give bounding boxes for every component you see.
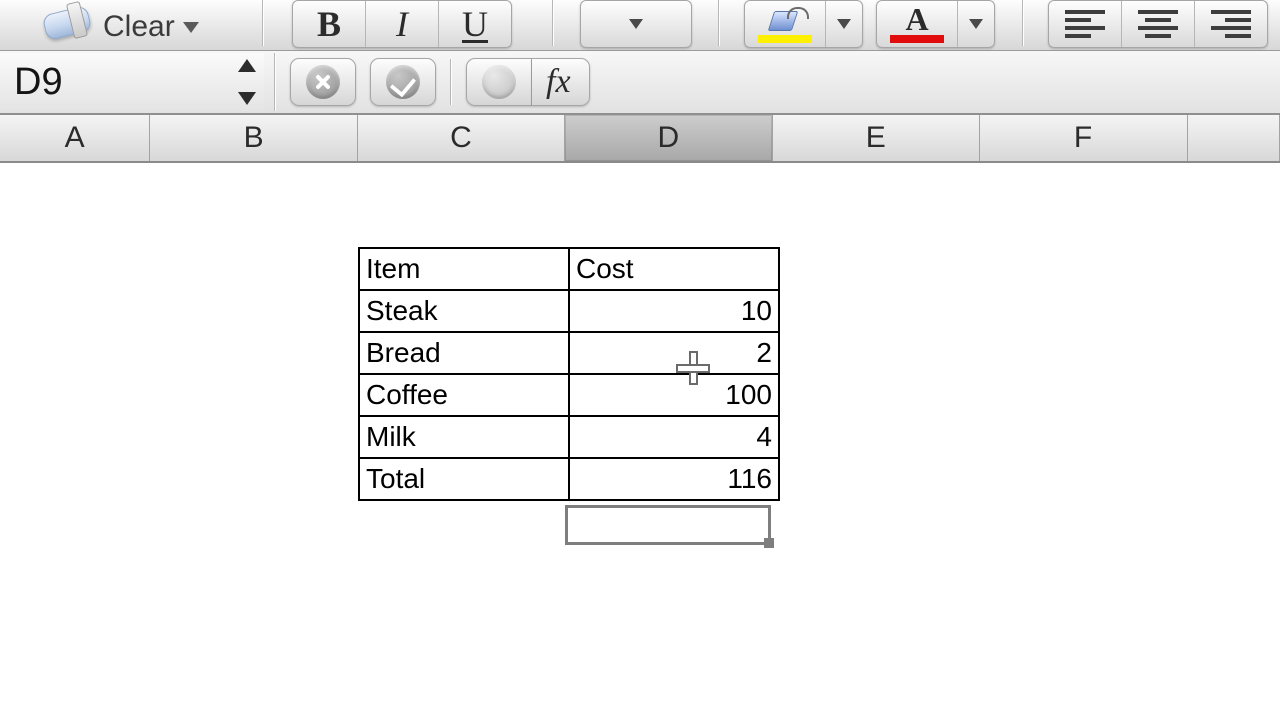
align-left-icon	[1065, 10, 1105, 38]
column-header-B[interactable]: B	[150, 115, 358, 161]
column-header-F[interactable]: F	[980, 115, 1188, 161]
insert-function-button[interactable]: fx	[532, 58, 590, 106]
cell-reference-box[interactable]: D9	[0, 53, 264, 111]
formatting-toolbar: Clear B I U A	[0, 0, 1280, 51]
column-header-C[interactable]: C	[358, 115, 565, 161]
highlight-color-button[interactable]	[744, 0, 863, 48]
font-color-icon: A	[905, 3, 928, 35]
font-color-swatch	[890, 35, 944, 43]
chevron-down-icon	[837, 19, 851, 29]
cell-cost[interactable]: 10	[569, 290, 779, 332]
clear-button[interactable]: Clear	[95, 10, 213, 50]
fx-label: fx	[546, 63, 571, 101]
paint-bucket-icon	[765, 9, 805, 35]
clear-label: Clear	[103, 10, 175, 44]
chevron-down-icon	[183, 22, 199, 33]
confirm-formula-button[interactable]	[370, 58, 436, 106]
text-style-group: B I U	[292, 0, 512, 48]
column-header-D[interactable]: D	[565, 115, 773, 161]
cell-cost[interactable]: 116	[569, 458, 779, 500]
table-row: Bread2	[359, 332, 779, 374]
chevron-down-icon	[238, 92, 256, 105]
column-header-E[interactable]: E	[773, 115, 980, 161]
fill-handle[interactable]	[764, 538, 774, 548]
underline-button[interactable]: U	[439, 1, 511, 47]
close-icon	[306, 65, 340, 99]
cell-cost[interactable]: 4	[569, 416, 779, 458]
column-header-blank[interactable]	[1188, 115, 1280, 161]
font-color-dropdown[interactable]	[958, 1, 994, 47]
highlight-swatch	[758, 35, 812, 43]
cell-reference-stepper[interactable]	[236, 59, 258, 105]
chevron-down-icon	[629, 19, 643, 29]
chevron-down-icon	[969, 19, 983, 29]
table-row: Steak10	[359, 290, 779, 332]
align-center-icon	[1138, 10, 1178, 38]
highlight-color-dropdown[interactable]	[826, 1, 862, 47]
table-row: Milk4	[359, 416, 779, 458]
selected-cell[interactable]	[565, 505, 771, 545]
align-right-icon	[1211, 10, 1251, 38]
alignment-group	[1048, 0, 1268, 48]
bold-button[interactable]: B	[293, 1, 366, 47]
cancel-formula-button[interactable]	[290, 58, 356, 106]
eraser-icon	[40, 4, 95, 48]
column-header-A[interactable]: A	[0, 115, 150, 161]
cell-item[interactable]: Steak	[359, 290, 569, 332]
cell-item[interactable]: Total	[359, 458, 569, 500]
table-row: Total116	[359, 458, 779, 500]
formula-bar: D9 fx	[0, 51, 1280, 115]
align-center-button[interactable]	[1122, 1, 1195, 47]
chevron-up-icon	[238, 59, 256, 72]
cell-item[interactable]: Coffee	[359, 374, 569, 416]
header-item[interactable]: Item	[359, 248, 569, 290]
cell-reference-value: D9	[14, 61, 63, 104]
border-dropdown[interactable]	[580, 0, 692, 48]
cell-cost[interactable]: 2	[569, 332, 779, 374]
header-cost[interactable]: Cost	[569, 248, 779, 290]
function-status-button[interactable]	[466, 58, 532, 106]
table-header-row: Item Cost	[359, 248, 779, 290]
dot-icon	[482, 65, 516, 99]
cell-item[interactable]: Milk	[359, 416, 569, 458]
table-row: Coffee100	[359, 374, 779, 416]
cell-cost[interactable]: 100	[569, 374, 779, 416]
cell-item[interactable]: Bread	[359, 332, 569, 374]
worksheet-area[interactable]: Item Cost Steak10Bread2Coffee100Milk4Tot…	[0, 163, 1280, 720]
align-left-button[interactable]	[1049, 1, 1122, 47]
italic-button[interactable]: I	[366, 1, 439, 47]
cost-table: Item Cost Steak10Bread2Coffee100Milk4Tot…	[358, 247, 780, 501]
column-header-row: ABCDEF	[0, 115, 1280, 163]
align-right-button[interactable]	[1195, 1, 1267, 47]
font-color-button[interactable]: A	[876, 0, 995, 48]
check-icon	[386, 65, 420, 99]
